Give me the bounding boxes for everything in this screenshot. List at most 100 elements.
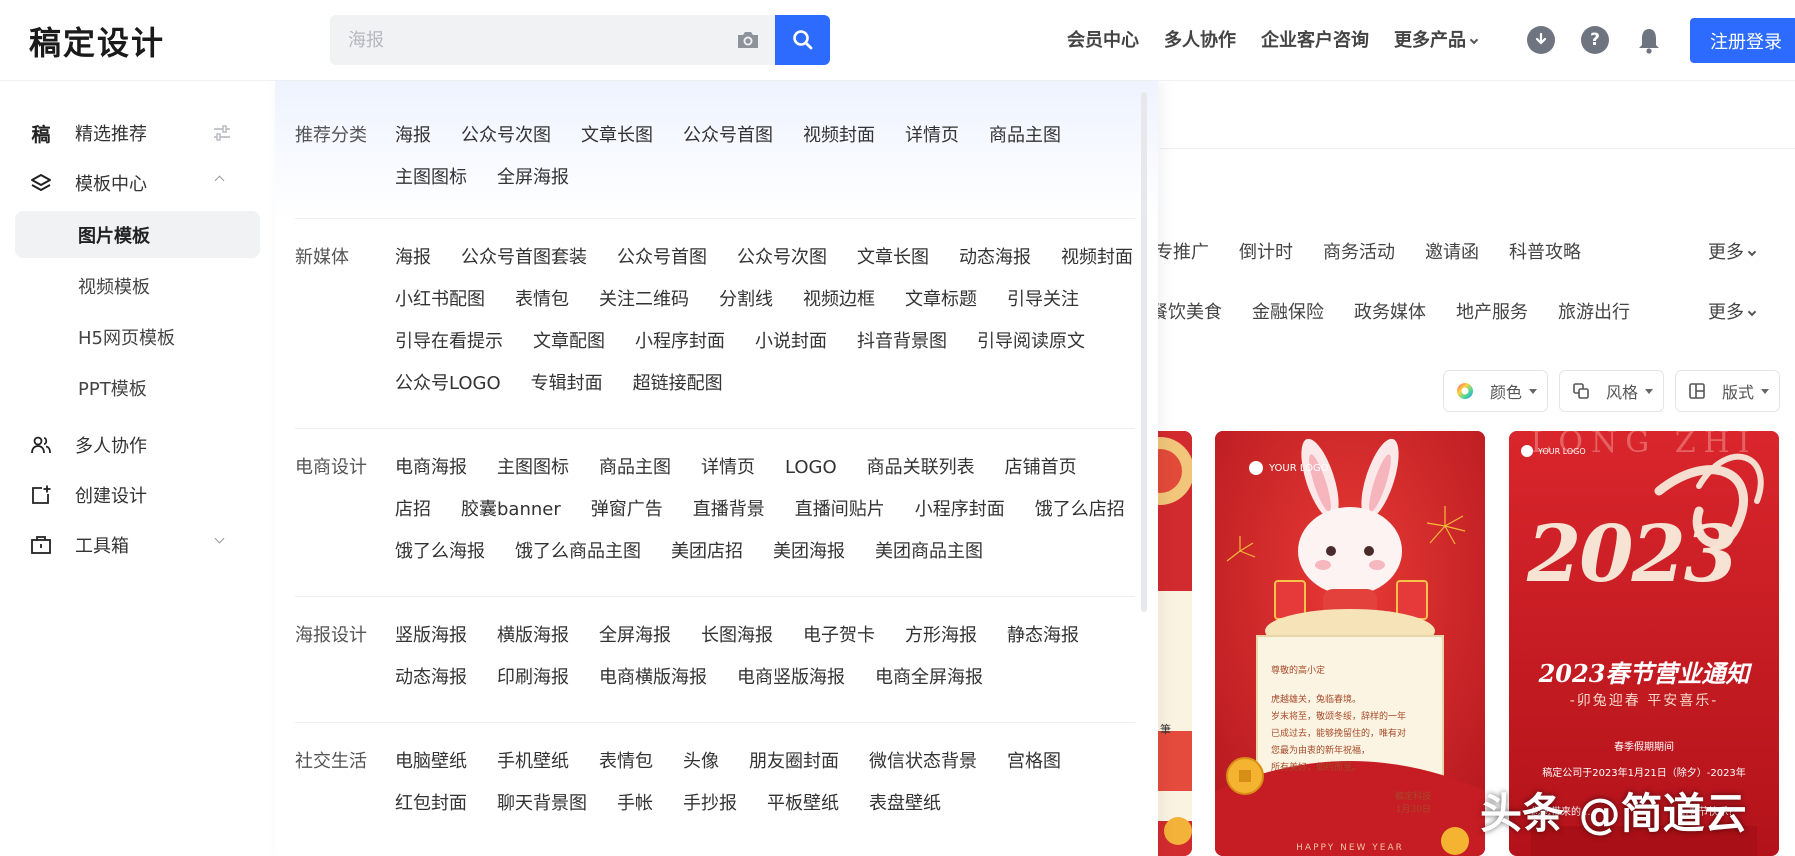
category-link[interactable]: 专辑封面 xyxy=(531,372,603,396)
category-link[interactable]: 详情页 xyxy=(905,124,959,148)
category-link[interactable]: 聊天背景图 xyxy=(497,792,587,816)
sidebar-sub-ppt-templates[interactable]: PPT模板 xyxy=(78,375,147,401)
category-link[interactable]: 电商竖版海报 xyxy=(737,666,845,690)
category-link[interactable]: 电商全屏海报 xyxy=(875,666,983,690)
category-link[interactable]: 主图图标 xyxy=(395,166,467,190)
category-link[interactable]: 文章配图 xyxy=(533,330,605,354)
category-link[interactable]: 竖版海报 xyxy=(395,624,467,648)
camera-icon[interactable] xyxy=(735,28,761,52)
category-link[interactable]: 商品主图 xyxy=(599,456,671,480)
category-link[interactable]: 红包封面 xyxy=(395,792,467,816)
scene-tag[interactable]: 金融保险 xyxy=(1252,298,1324,324)
category-link[interactable]: 抖音背景图 xyxy=(857,330,947,354)
category-link[interactable]: 公众号次图 xyxy=(461,124,551,148)
template-card[interactable]: YOUR LOGO 尊敬的高小定 虎越雄关，兔临春境。 岁末将至，敬颂冬绥，辞样… xyxy=(1215,431,1485,856)
category-link[interactable]: 公众号首图 xyxy=(617,246,707,270)
category-link[interactable]: 饿了么店招 xyxy=(1035,498,1125,522)
brand-logo[interactable]: 稿定设计 xyxy=(29,18,165,64)
category-link[interactable]: 平板壁纸 xyxy=(767,792,839,816)
category-link[interactable]: 电子贺卡 xyxy=(803,624,875,648)
category-link[interactable]: 电商横版海报 xyxy=(599,666,707,690)
category-link[interactable]: 公众号首图 xyxy=(683,124,773,148)
sidebar-item-toolbox[interactable]: 工具箱 xyxy=(29,530,129,560)
category-link[interactable]: 手机壁纸 xyxy=(497,750,569,774)
sidebar-sub-h5-templates[interactable]: H5网页模板 xyxy=(78,324,175,350)
category-link[interactable]: 胶囊banner xyxy=(461,498,561,522)
scene-tag[interactable]: 旅游出行 xyxy=(1558,298,1630,324)
category-link[interactable]: 小程序封面 xyxy=(635,330,725,354)
category-link[interactable]: 详情页 xyxy=(701,456,755,480)
category-link[interactable]: 直播间贴片 xyxy=(795,498,885,522)
category-link[interactable]: 弹窗广告 xyxy=(591,498,663,522)
scene-tag[interactable]: 倒计时 xyxy=(1239,238,1293,264)
more-tags-button-1[interactable]: 更多 xyxy=(1708,238,1757,264)
category-link[interactable]: 表情包 xyxy=(599,750,653,774)
category-link[interactable]: 全屏海报 xyxy=(497,166,569,190)
sidebar-item-featured[interactable]: 稿 精选推荐 xyxy=(29,118,147,148)
color-filter[interactable]: 颜色 xyxy=(1443,370,1548,412)
category-link[interactable]: LOGO xyxy=(785,456,837,480)
category-link[interactable]: 方形海报 xyxy=(905,624,977,648)
nav-collaboration[interactable]: 多人协作 xyxy=(1164,26,1236,52)
more-tags-button-2[interactable]: 更多 xyxy=(1708,298,1757,324)
category-link[interactable]: 宫格图 xyxy=(1007,750,1061,774)
category-link[interactable]: 电商海报 xyxy=(395,456,467,480)
scene-tag[interactable]: 地产服务 xyxy=(1456,298,1528,324)
category-link[interactable]: 引导关注 xyxy=(1007,288,1079,312)
bell-icon[interactable] xyxy=(1636,26,1662,54)
scene-tag[interactable]: 餐饮美食 xyxy=(1150,298,1222,324)
category-link[interactable]: 商品主图 xyxy=(989,124,1061,148)
scene-tag[interactable]: 科普攻略 xyxy=(1509,238,1581,264)
sidebar-item-collaboration[interactable]: 多人协作 xyxy=(29,430,147,460)
category-link[interactable]: 微信状态背景 xyxy=(869,750,977,774)
sidebar-sub-image-templates[interactable]: 图片模板 xyxy=(78,222,150,248)
category-link[interactable]: 文章标题 xyxy=(905,288,977,312)
scrollbar[interactable] xyxy=(1141,92,1147,612)
category-link[interactable]: 横版海报 xyxy=(497,624,569,648)
scene-tag[interactable]: 政务媒体 xyxy=(1354,298,1426,324)
category-link[interactable]: 饿了么海报 xyxy=(395,540,485,564)
category-link[interactable]: 小红书配图 xyxy=(395,288,485,312)
nav-member-center[interactable]: 会员中心 xyxy=(1067,26,1139,52)
category-link[interactable]: 小程序封面 xyxy=(915,498,1005,522)
category-link[interactable]: 公众号首图套装 xyxy=(461,246,587,270)
category-link[interactable]: 海报 xyxy=(395,124,431,148)
category-link[interactable]: 手抄报 xyxy=(683,792,737,816)
category-link[interactable]: 公众号LOGO xyxy=(395,372,501,396)
category-link[interactable]: 饿了么商品主图 xyxy=(515,540,641,564)
layout-filter[interactable]: 版式 xyxy=(1675,370,1780,412)
category-link[interactable]: 公众号次图 xyxy=(737,246,827,270)
search-button[interactable] xyxy=(775,15,830,65)
scene-tag[interactable]: 专推广 xyxy=(1155,238,1209,264)
category-link[interactable]: 超链接配图 xyxy=(633,372,723,396)
category-link[interactable]: 电脑壁纸 xyxy=(395,750,467,774)
category-link[interactable]: 手帐 xyxy=(617,792,653,816)
category-link[interactable]: 引导在看提示 xyxy=(395,330,503,354)
category-link[interactable]: 美团海报 xyxy=(773,540,845,564)
category-link[interactable]: 文章长图 xyxy=(581,124,653,148)
nav-enterprise-consult[interactable]: 企业客户咨询 xyxy=(1261,26,1369,52)
chevron-down-icon[interactable] xyxy=(214,533,225,544)
category-link[interactable]: 主图图标 xyxy=(497,456,569,480)
category-link[interactable]: 商品关联列表 xyxy=(867,456,975,480)
category-link[interactable]: 美团商品主图 xyxy=(875,540,983,564)
category-link[interactable]: 店铺首页 xyxy=(1005,456,1077,480)
scene-tag[interactable]: 邀请函 xyxy=(1425,238,1479,264)
register-login-button[interactable]: 注册登录 xyxy=(1690,18,1795,63)
category-link[interactable]: 直播背景 xyxy=(693,498,765,522)
category-link[interactable]: 全屏海报 xyxy=(599,624,671,648)
category-link[interactable]: 长图海报 xyxy=(701,624,773,648)
nav-more-products[interactable]: 更多产品 xyxy=(1394,26,1479,52)
sidebar-item-create-design[interactable]: 创建设计 xyxy=(29,480,147,510)
category-link[interactable]: 美团店招 xyxy=(671,540,743,564)
category-link[interactable]: 视频封面 xyxy=(803,124,875,148)
category-link[interactable]: 海报 xyxy=(395,246,431,270)
scene-tag[interactable]: 商务活动 xyxy=(1323,238,1395,264)
category-link[interactable]: 表盘壁纸 xyxy=(869,792,941,816)
category-link[interactable]: 分割线 xyxy=(719,288,773,312)
category-link[interactable]: 表情包 xyxy=(515,288,569,312)
category-link[interactable]: 动态海报 xyxy=(395,666,467,690)
category-link[interactable]: 关注二维码 xyxy=(599,288,689,312)
sidebar-item-template-center[interactable]: 模板中心 xyxy=(29,168,147,198)
category-link[interactable]: 引导阅读原文 xyxy=(977,330,1085,354)
